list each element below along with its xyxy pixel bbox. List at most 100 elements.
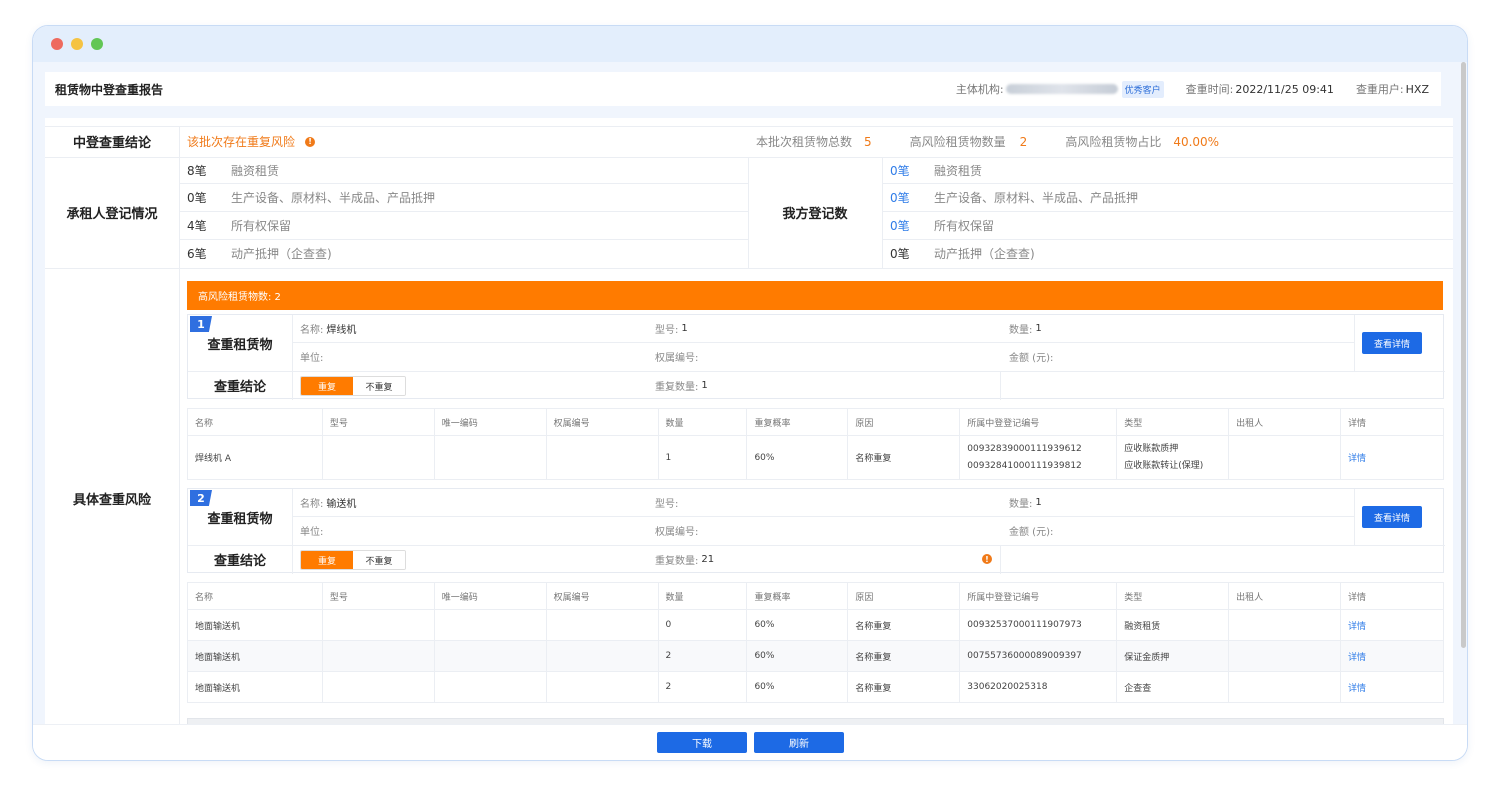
org-name-redacted <box>1005 84 1118 94</box>
registration-row: 8笔 融资租赁 <box>179 157 748 184</box>
column-header: 权属编号 <box>545 582 659 610</box>
item-name-label: 名称: <box>300 499 324 510</box>
registration-number: 33062020025318 <box>967 682 1048 692</box>
toggle-not-duplicate[interactable]: 不重复 <box>353 551 405 569</box>
org-label: 主体机构: <box>955 83 1004 96</box>
cell-code <box>433 671 547 703</box>
column-header: 类型 <box>1116 582 1230 610</box>
cell-code <box>433 609 547 641</box>
item-unit: 单位: <box>300 517 326 544</box>
item-rights-number-label: 权属编号: <box>655 527 699 538</box>
cell-prob: 60% <box>746 609 849 641</box>
cell-detail: 详情 <box>1340 640 1444 672</box>
item-unit: 单位: <box>300 343 326 370</box>
total-value: 5 <box>864 134 872 149</box>
warning-icon: ! <box>982 554 992 564</box>
cell-qty: 2 <box>657 640 748 672</box>
column-header: 重复概率 <box>746 408 849 436</box>
cell-lessor <box>1228 640 1341 672</box>
item-quantity: 数量: 1 <box>1009 489 1042 516</box>
item-unit-label: 单位: <box>300 527 324 538</box>
close-window-icon[interactable] <box>51 38 63 50</box>
user-value: HXZ <box>1405 82 1429 96</box>
item-name: 名称: 焊线机 <box>300 315 356 342</box>
conclusion-title: 查重结论 <box>213 554 266 569</box>
item-amount-label: 金额 (元): <box>1009 527 1054 538</box>
toggle-duplicate[interactable]: 重复 <box>301 551 353 569</box>
item-rights-number: 权属编号: <box>655 517 701 544</box>
scrollbar[interactable] <box>1461 62 1466 648</box>
item-duplicate-count-value: 21 <box>701 554 715 565</box>
column-header: 出租人 <box>1228 582 1341 610</box>
time-value: 2022/11/25 09:41 <box>1235 82 1334 96</box>
item-model-label: 型号: <box>655 499 679 510</box>
conclusion-status-text: 该批次存在重复风险 <box>187 135 296 149</box>
divider <box>292 342 1354 343</box>
cell-type: 企查查 <box>1116 671 1230 703</box>
cell-name: 地面输送机 <box>187 671 323 703</box>
cell-prob: 60% <box>746 640 849 672</box>
maximize-window-icon[interactable] <box>91 38 103 50</box>
minimize-window-icon[interactable] <box>71 38 83 50</box>
detail-link[interactable]: 详情 <box>1348 653 1366 663</box>
cell-code <box>433 435 547 480</box>
cell-rights <box>545 609 659 641</box>
item-model: 型号: 1 <box>655 315 688 342</box>
registration-count: 8笔 <box>187 163 207 178</box>
item-quantity-value: 1 <box>1035 497 1042 508</box>
view-detail-button[interactable]: 查看详情 <box>1362 506 1422 528</box>
detail-link[interactable]: 详情 <box>1348 622 1366 632</box>
high-risk-banner: 高风险租赁物数: 2 <box>187 281 1443 310</box>
cell-qty: 1 <box>657 435 748 480</box>
table-row: 焊线机 A 1 60% 名称重复 00932839000111939612 0093284… <box>187 435 1444 480</box>
item-amount: 金额 (元): <box>1009 343 1056 370</box>
item-quantity: 数量: 1 <box>1009 315 1042 342</box>
registration-count: 0笔 <box>890 219 910 233</box>
footer-bar: 下载 刷新 <box>33 724 1467 760</box>
column-header: 详情 <box>1340 408 1444 436</box>
ratio-value: 40.00% <box>1173 134 1220 149</box>
detail-link[interactable]: 详情 <box>1348 454 1366 464</box>
cell-name: 焊线机 A <box>187 435 323 480</box>
column-header: 名称 <box>187 582 323 610</box>
view-detail-button[interactable]: 查看详情 <box>1362 332 1422 354</box>
table-row: 地面输送机 2 60% 名称重复 33062020025318 企查查 详情 <box>187 671 1444 703</box>
column-header: 型号 <box>321 408 435 436</box>
duplicate-toggle[interactable]: 重复 不重复 <box>300 376 406 396</box>
item-unit-label: 单位: <box>300 353 324 364</box>
duplicate-toggle[interactable]: 重复 不重复 <box>300 550 406 570</box>
column-header: 名称 <box>187 408 323 436</box>
download-button[interactable]: 下载 <box>657 732 747 753</box>
cell-model <box>321 671 435 703</box>
item-duplicate-count-label: 重复数量: <box>655 382 699 393</box>
cell-model <box>321 640 435 672</box>
refresh-button[interactable]: 刷新 <box>754 732 844 753</box>
cell-registration-number: 00932839000111939612 00932841000111939812 <box>959 435 1118 480</box>
registration-row: 6笔 动产抵押（企查查) <box>179 240 748 267</box>
toggle-not-duplicate[interactable]: 不重复 <box>353 377 405 395</box>
item-duplicate-count: 重复数量: 21 <box>655 546 714 573</box>
column-header: 原因 <box>847 582 961 610</box>
cell-detail: 详情 <box>1340 671 1444 703</box>
item-duplicate-count: 重复数量: 1 <box>655 372 708 399</box>
detail-link[interactable]: 详情 <box>1348 684 1366 694</box>
table-header-row: 名称 型号 唯一编码 权属编号 数量 重复概率 原因 所属中登登记编号 类型 出租人 详情 <box>187 408 1444 436</box>
item-title: 查重租赁物 <box>207 511 273 527</box>
item-rights-number-label: 权属编号: <box>655 353 699 364</box>
item-model-label: 型号: <box>655 325 679 336</box>
item-quantity-value: 1 <box>1035 323 1042 334</box>
column-header: 权属编号 <box>545 408 659 436</box>
content-area: 租赁物中登查重报告 主体机构: 优秀客户 查重时间: 2022/11/25 09… <box>33 62 1467 724</box>
toggle-duplicate[interactable]: 重复 <box>301 377 353 395</box>
cell-model <box>321 609 435 641</box>
registration-count: 0笔 <box>890 247 910 262</box>
item-model: 型号: <box>655 489 681 516</box>
registration-count: 0笔 <box>890 163 910 178</box>
column-header: 出租人 <box>1228 408 1341 436</box>
item-title: 查重租赁物 <box>207 337 273 353</box>
title-bar <box>33 26 1467 62</box>
report-meta: 主体机构: 优秀客户 查重时间: 2022/11/25 09:41 查重用户: … <box>934 80 1429 98</box>
registration-row: 0笔 动产抵押（企查查) <box>882 240 1453 267</box>
cell-code <box>433 640 547 672</box>
app-window: 租赁物中登查重报告 主体机构: 优秀客户 查重时间: 2022/11/25 09… <box>32 25 1468 761</box>
